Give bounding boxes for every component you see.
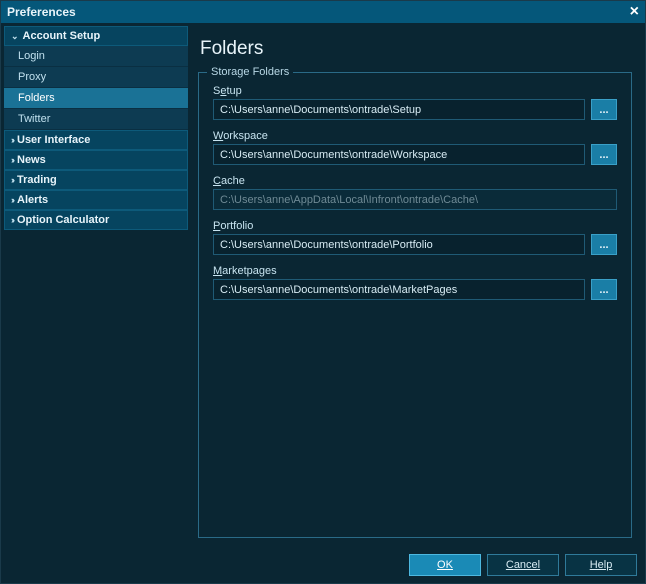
dialog-title: Preferences: [7, 5, 76, 19]
sidebar-cat-label: User Interface: [17, 134, 90, 146]
sidebar-cat-label: Option Calculator: [17, 214, 109, 226]
main-panel: Folders Storage Folders Setup ... Worksp…: [192, 26, 642, 544]
sidebar-item-label: Twitter: [18, 113, 50, 125]
preferences-dialog: Preferences × ⌄ Account Setup Login Prox…: [0, 0, 646, 584]
chevron-right-icon: ››: [11, 175, 13, 185]
cache-input: [213, 189, 617, 210]
sidebar-cat-label: Trading: [17, 174, 57, 186]
sidebar: ⌄ Account Setup Login Proxy Folders Twit…: [4, 26, 188, 544]
group-legend: Storage Folders: [207, 66, 293, 78]
field-portfolio: Portfolio ...: [213, 220, 617, 255]
cancel-button[interactable]: Cancel: [487, 554, 559, 576]
sidebar-item-label: Proxy: [18, 71, 46, 83]
sidebar-item-login[interactable]: Login: [4, 46, 188, 67]
ok-button[interactable]: OK: [409, 554, 481, 576]
field-workspace: Workspace ...: [213, 130, 617, 165]
storage-folders-group: Storage Folders Setup ... Workspace ...: [198, 72, 632, 538]
sidebar-cat-label: News: [17, 154, 46, 166]
help-button[interactable]: Help: [565, 554, 637, 576]
setup-label: Setup: [213, 85, 617, 97]
setup-browse-button[interactable]: ...: [591, 99, 617, 120]
sidebar-item-proxy[interactable]: Proxy: [4, 67, 188, 88]
chevron-down-icon: ⌄: [11, 31, 19, 42]
sidebar-item-twitter[interactable]: Twitter: [4, 109, 188, 130]
page-title: Folders: [200, 38, 632, 60]
setup-input[interactable]: [213, 99, 585, 120]
workspace-input[interactable]: [213, 144, 585, 165]
sidebar-item-folders[interactable]: Folders: [4, 88, 188, 109]
chevron-right-icon: ››: [11, 215, 13, 225]
field-cache: Cache: [213, 175, 617, 210]
workspace-browse-button[interactable]: ...: [591, 144, 617, 165]
sidebar-cat-option-calculator[interactable]: ›› Option Calculator: [4, 210, 188, 230]
portfolio-label: Portfolio: [213, 220, 617, 232]
sidebar-cat-news[interactable]: ›› News: [4, 150, 188, 170]
cache-label: Cache: [213, 175, 617, 187]
chevron-right-icon: ››: [11, 195, 13, 205]
sidebar-cat-trading[interactable]: ›› Trading: [4, 170, 188, 190]
workspace-label: Workspace: [213, 130, 617, 142]
close-icon[interactable]: ×: [630, 4, 639, 20]
marketpages-label: Marketpages: [213, 265, 617, 277]
field-setup: Setup ...: [213, 85, 617, 120]
sidebar-cat-alerts[interactable]: ›› Alerts: [4, 190, 188, 210]
portfolio-browse-button[interactable]: ...: [591, 234, 617, 255]
marketpages-input[interactable]: [213, 279, 585, 300]
sidebar-item-label: Login: [18, 50, 45, 62]
dialog-body: ⌄ Account Setup Login Proxy Folders Twit…: [1, 23, 645, 547]
dialog-footer: OK Cancel Help: [1, 547, 645, 583]
titlebar: Preferences ×: [1, 1, 645, 23]
chevron-right-icon: ››: [11, 135, 13, 145]
portfolio-input[interactable]: [213, 234, 585, 255]
sidebar-cat-label: Account Setup: [23, 30, 101, 42]
sidebar-cat-label: Alerts: [17, 194, 48, 206]
sidebar-item-label: Folders: [18, 92, 55, 104]
marketpages-browse-button[interactable]: ...: [591, 279, 617, 300]
sidebar-cat-account-setup[interactable]: ⌄ Account Setup: [4, 26, 188, 46]
chevron-right-icon: ››: [11, 155, 13, 165]
sidebar-cat-user-interface[interactable]: ›› User Interface: [4, 130, 188, 150]
field-marketpages: Marketpages ...: [213, 265, 617, 300]
